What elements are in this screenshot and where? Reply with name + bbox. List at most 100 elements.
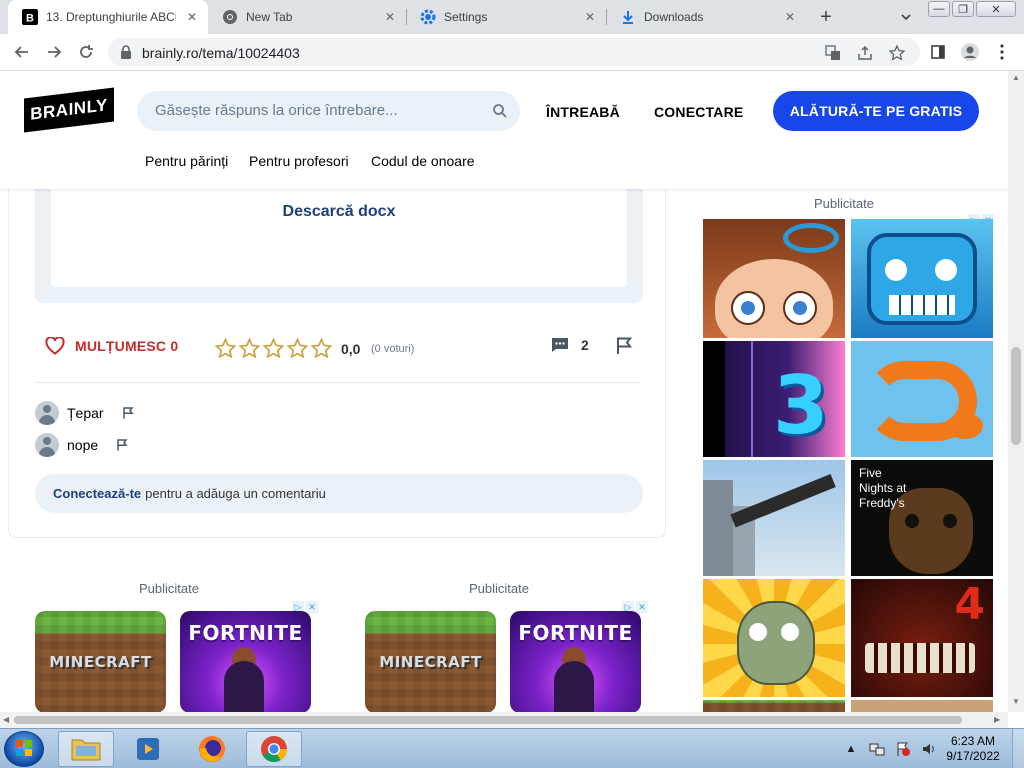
maximize-button[interactable]: ❐ xyxy=(952,1,974,17)
comments-count: 2 xyxy=(581,337,589,353)
parents-link[interactable]: Pentru părinți xyxy=(145,153,228,169)
star-icon[interactable] xyxy=(237,336,261,360)
tab-brainly[interactable]: B 13. Dreptunghiurile ABCD ✕ xyxy=(8,0,208,34)
ad-game-slither[interactable] xyxy=(851,341,993,457)
join-free-button[interactable]: ALĂTURĂ-TE PE GRATIS xyxy=(773,91,979,131)
ask-link[interactable]: ÎNTREABĂ xyxy=(546,104,620,120)
ad-game-partial[interactable] xyxy=(851,700,993,712)
arrow-left-icon xyxy=(14,46,28,58)
close-window-button[interactable]: ✕ xyxy=(976,1,1016,17)
network-icon[interactable] xyxy=(868,740,886,758)
star-icon[interactable] xyxy=(309,336,333,360)
thanks-button[interactable]: MULȚUMESC 0 xyxy=(45,337,178,355)
attachment-box: Descarcă docx xyxy=(35,189,643,303)
taskbar-explorer[interactable] xyxy=(58,731,114,767)
comments-button[interactable]: 2 xyxy=(551,337,589,353)
horizontal-scrollbar[interactable]: ◀ ▶ xyxy=(0,712,1008,728)
forward-button[interactable] xyxy=(42,40,66,64)
profile-button[interactable] xyxy=(958,40,982,64)
tab-search-button[interactable] xyxy=(894,5,918,29)
login-link[interactable]: CONECTARE xyxy=(654,104,743,120)
url-text: brainly.ro/tema/10024403 xyxy=(142,45,300,61)
scroll-down-icon[interactable]: ▼ xyxy=(1012,697,1020,706)
scrollbar-thumb[interactable] xyxy=(1011,347,1021,445)
arrow-right-icon xyxy=(48,46,62,58)
flag-icon[interactable] xyxy=(122,406,136,420)
close-icon[interactable]: ✕ xyxy=(184,9,200,25)
taskbar-chrome[interactable] xyxy=(246,731,302,767)
side-panel-icon xyxy=(931,45,945,59)
ad-game-temple-run[interactable] xyxy=(851,219,993,338)
folder-icon xyxy=(71,739,101,761)
download-docx-link[interactable]: Descarcă docx xyxy=(51,203,627,221)
ad-minecraft[interactable]: MINECRAFT xyxy=(365,611,496,712)
ad-label: Publicitate xyxy=(139,581,199,596)
start-button[interactable] xyxy=(4,731,44,767)
volume-icon[interactable] xyxy=(920,740,938,758)
address-bar[interactable]: brainly.ro/tema/10024403 xyxy=(108,38,920,66)
star-icon[interactable] xyxy=(285,336,309,360)
add-comment-prompt[interactable]: Conectează-te pentru a adăuga un comenta… xyxy=(35,474,643,513)
ad-label: Publicitate xyxy=(814,196,874,211)
close-icon[interactable]: ✕ xyxy=(782,9,798,25)
taskbar-clock[interactable]: 6:23 AM 9/17/2022 xyxy=(940,734,1006,764)
minimize-button[interactable]: — xyxy=(928,1,950,17)
reload-button[interactable] xyxy=(74,40,98,64)
avatar[interactable] xyxy=(35,401,59,425)
login-to-comment-link[interactable]: Conectează-te xyxy=(53,486,141,501)
scroll-left-icon[interactable]: ◀ xyxy=(3,715,9,724)
menu-button[interactable] xyxy=(990,40,1014,64)
game-art xyxy=(737,601,815,685)
ad-game-fnaf[interactable]: Five Nights at Freddy's xyxy=(851,460,993,576)
ad-game-hair-salon[interactable] xyxy=(703,219,845,338)
scroll-right-icon[interactable]: ▶ xyxy=(994,715,1000,724)
translate-icon[interactable] xyxy=(824,44,842,62)
rating-stars[interactable] xyxy=(213,336,333,360)
scrollbar-thumb[interactable] xyxy=(14,716,962,724)
chevron-up-icon[interactable]: ▲ xyxy=(842,740,860,758)
ad-game-partial[interactable] xyxy=(703,700,845,712)
close-icon[interactable]: ✕ xyxy=(582,9,598,25)
share-icon[interactable] xyxy=(856,44,874,62)
search-box[interactable] xyxy=(137,91,520,131)
ad-fortnite[interactable]: FORTNITE xyxy=(180,611,311,712)
honor-code-link[interactable]: Codul de onoare xyxy=(371,153,475,169)
ad-game-fnaf4[interactable]: 4 xyxy=(851,579,993,697)
avatar[interactable] xyxy=(35,433,59,457)
star-icon[interactable] xyxy=(261,336,285,360)
search-icon[interactable] xyxy=(492,103,508,119)
search-input[interactable] xyxy=(155,102,485,119)
ad-game-plants-vs-zombies[interactable] xyxy=(703,579,845,697)
star-icon[interactable] xyxy=(213,336,237,360)
download-icon xyxy=(620,9,636,25)
tab-downloads[interactable]: Downloads ✕ xyxy=(606,0,806,34)
taskbar-firefox[interactable] xyxy=(184,731,240,767)
back-button[interactable] xyxy=(10,40,34,64)
comment-author[interactable]: Țepar xyxy=(67,405,104,421)
flag-icon[interactable] xyxy=(116,438,130,452)
close-icon[interactable]: ✕ xyxy=(636,601,648,613)
system-tray: ▲ xyxy=(842,729,946,768)
vertical-scrollbar[interactable]: ▲ ▼ xyxy=(1008,71,1024,712)
tab-settings[interactable]: Settings ✕ xyxy=(406,0,606,34)
tab-new-tab[interactable]: New Tab ✕ xyxy=(208,0,406,34)
report-answer-button[interactable] xyxy=(615,337,635,357)
close-icon[interactable]: ✕ xyxy=(382,9,398,25)
side-panel-button[interactable] xyxy=(926,40,950,64)
ad-game-sniper[interactable] xyxy=(703,460,845,576)
new-tab-button[interactable]: + xyxy=(814,5,838,29)
show-desktop-button[interactable] xyxy=(1012,729,1024,768)
action-center-icon[interactable] xyxy=(894,740,912,758)
brainly-logo[interactable]: BRAINLY xyxy=(24,87,114,133)
comment-item: nope xyxy=(35,432,130,458)
comment-author[interactable]: nope xyxy=(67,437,98,453)
teachers-link[interactable]: Pentru profesori xyxy=(249,153,349,169)
taskbar-media-player[interactable] xyxy=(120,731,176,767)
ad-fortnite[interactable]: FORTNITE xyxy=(510,611,641,712)
ad-game-piano-tiles[interactable]: 3 xyxy=(703,341,845,457)
ad-minecraft[interactable]: MINECRAFT xyxy=(35,611,166,712)
rating-value: 0,0 xyxy=(341,341,361,357)
close-icon[interactable]: ✕ xyxy=(306,601,318,613)
star-bookmark-icon[interactable] xyxy=(888,44,906,62)
scroll-up-icon[interactable]: ▲ xyxy=(1012,73,1020,82)
